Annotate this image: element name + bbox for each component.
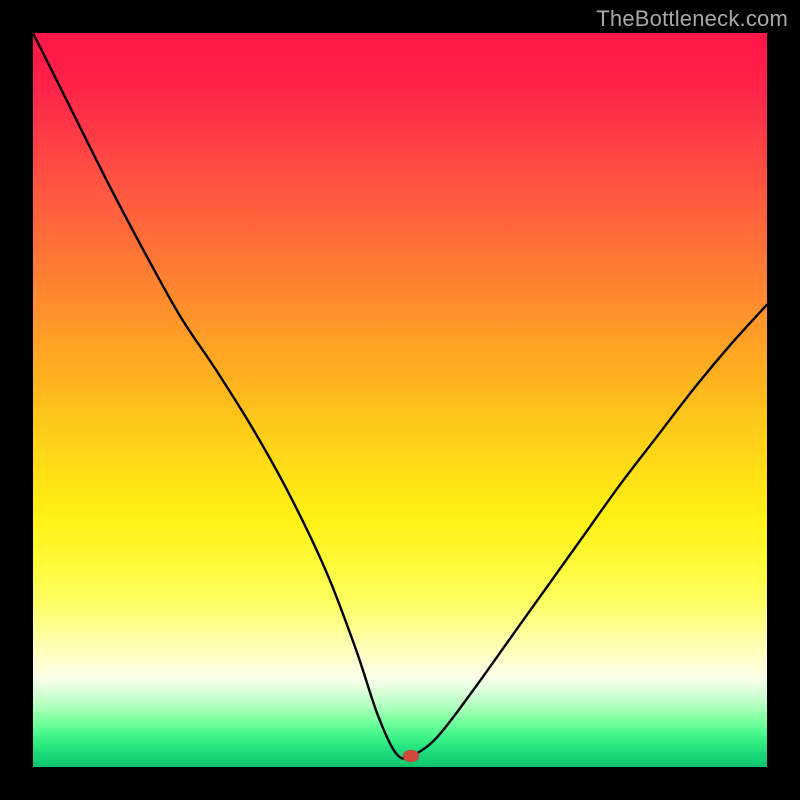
- watermark-text: TheBottleneck.com: [596, 6, 788, 32]
- plot-area: [33, 33, 767, 767]
- bottleneck-curve: [33, 33, 767, 767]
- optimal-point-marker: [403, 750, 419, 762]
- chart-frame: TheBottleneck.com: [0, 0, 800, 800]
